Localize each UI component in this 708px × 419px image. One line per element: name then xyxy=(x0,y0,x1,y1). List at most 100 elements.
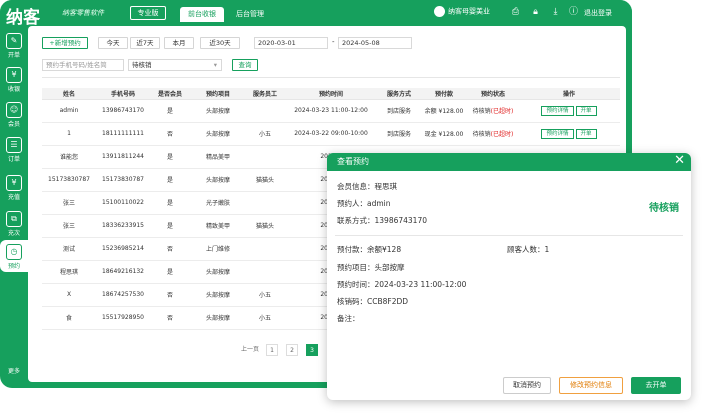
cell-staff: 猫猫头 xyxy=(246,214,284,238)
cell-method: 到店服务 xyxy=(378,122,420,146)
edit-appointment-button[interactable]: 修改预约信息 xyxy=(559,377,623,394)
cell-name: 食 xyxy=(42,306,96,330)
modal-title: 查看预约 xyxy=(337,157,369,166)
cell-item: 头部按摩 xyxy=(190,283,246,307)
divider xyxy=(335,235,683,236)
printer-icon[interactable]: ⎙ xyxy=(510,7,521,18)
col-prepay: 预付款 xyxy=(420,88,468,100)
appointment-icon: ◷ xyxy=(6,244,22,260)
cell-staff xyxy=(246,145,284,169)
user-info[interactable]: 纳客母婴美业 xyxy=(434,6,490,17)
sidebar-item-kaidan[interactable]: ✎ 开单 xyxy=(0,30,28,60)
date-separator: - xyxy=(332,38,335,46)
cell-phone: 15100110022 xyxy=(96,191,150,215)
avatar xyxy=(434,6,445,17)
sidebar-item-label: 充次 xyxy=(7,230,20,237)
date-month-button[interactable]: 本月 xyxy=(164,37,194,49)
col-member: 是否会员 xyxy=(150,88,190,100)
query-button[interactable]: 查询 xyxy=(232,59,258,71)
cell-member: 是 xyxy=(150,214,190,238)
detail-button[interactable]: 预约详情 xyxy=(541,105,574,116)
sidebar-item-dingdan[interactable]: ☰ 订单 xyxy=(0,134,28,164)
cell-phone: 15236985214 xyxy=(96,237,150,261)
cancel-appointment-button[interactable]: 取消预约 xyxy=(503,377,551,394)
cell-item: 头部按摩 xyxy=(190,122,246,146)
overdue-text: (已超时) xyxy=(490,108,514,115)
status-select[interactable]: 待核销 ▾ xyxy=(128,59,222,71)
col-time: 预约时间 xyxy=(284,88,378,100)
pager-page-3[interactable]: 3 xyxy=(306,344,318,356)
col-staff: 服务员工 xyxy=(246,88,284,100)
edit-icon: ✎ xyxy=(6,33,22,49)
sidebar-item-huiyuan[interactable]: ☺ 会员 xyxy=(0,99,28,129)
cell-name: 张三 xyxy=(42,191,96,215)
end-date-input[interactable]: 2024-05-08 xyxy=(338,37,412,49)
sidebar-item-chongzhi[interactable]: ¥ 充值 xyxy=(0,172,28,202)
sidebar-item-shouyin[interactable]: ¥ 收银 xyxy=(0,64,28,94)
cell-staff xyxy=(246,260,284,284)
cell-item: 头部按摩 xyxy=(190,260,246,284)
remark: 备注： xyxy=(337,314,360,323)
sidebar-item-label: 预约 xyxy=(7,263,20,270)
cell-phone: 15517928950 xyxy=(96,306,150,330)
logout-button[interactable]: 退出登录 xyxy=(584,8,612,18)
cell-phone: 18111111111 xyxy=(96,122,150,146)
sidebar-item-more[interactable]: 更多 xyxy=(0,366,28,378)
user-name: 纳客母婴美业 xyxy=(448,7,490,16)
slogan: 纳客零售软件 xyxy=(62,9,104,17)
cell-name: admin xyxy=(42,99,96,123)
tab-back-admin[interactable]: 后台管理 xyxy=(228,7,272,22)
open-order-button[interactable]: 开单 xyxy=(575,105,597,116)
member-icon: ☺ xyxy=(6,102,22,118)
cell-item: 精品美甲 xyxy=(190,145,246,169)
verify-code: 核销码：CCB8F2DD xyxy=(337,297,409,306)
cell-member: 是 xyxy=(150,260,190,284)
cell-item: 光子嫩肤 xyxy=(190,191,246,215)
pager-page-2[interactable]: 2 xyxy=(286,344,298,356)
logo: 纳客 xyxy=(6,8,40,28)
tab-front-cashier[interactable]: 前台收银 xyxy=(180,7,224,22)
cell-staff xyxy=(246,237,284,261)
start-date-input[interactable]: 2020-03-01 xyxy=(254,37,328,49)
cell-staff xyxy=(246,191,284,215)
cell-time: 2024-03-22 09:00-10:00 xyxy=(284,122,378,146)
search-input[interactable]: 预约手机号码/姓名简 xyxy=(42,59,124,71)
cashier-icon: ¥ xyxy=(6,67,22,83)
date-7days-button[interactable]: 近7天 xyxy=(130,37,160,49)
table-header-row: 姓名 手机号码 是否会员 预约项目 服务员工 预约时间 服务方式 预付款 预约状… xyxy=(42,88,620,100)
cell-actions: 预约详情 开单 xyxy=(518,122,620,146)
cell-method: 到店服务 xyxy=(378,99,420,123)
table-row[interactable]: admin 13986743170 是 头部按摩 2024-03-23 11:0… xyxy=(42,99,620,123)
go-open-order-button[interactable]: 去开单 xyxy=(631,377,681,394)
info-icon[interactable]: ⓘ xyxy=(568,7,579,18)
cell-name: 谁能您 xyxy=(42,145,96,169)
cell-staff: 小五 xyxy=(246,283,284,307)
cell-name: 测试 xyxy=(42,237,96,261)
cell-phone: 18674257530 xyxy=(96,283,150,307)
modal-header: 查看预约 ✕ xyxy=(327,153,691,171)
open-order-button[interactable]: 开单 xyxy=(575,128,597,139)
cell-phone: 18336233915 xyxy=(96,214,150,238)
download-icon[interactable]: ⤓ xyxy=(550,7,561,18)
cell-member: 否 xyxy=(150,283,190,307)
detail-button[interactable]: 预约详情 xyxy=(541,128,574,139)
divider xyxy=(42,77,620,78)
col-actions: 操作 xyxy=(518,88,620,100)
table-row[interactable]: 1 18111111111 否 头部按摩 小五 2024-03-22 09:00… xyxy=(42,122,620,146)
recharge-icon: ¥ xyxy=(6,175,22,191)
col-item: 预约项目 xyxy=(190,88,246,100)
date-today-button[interactable]: 今天 xyxy=(98,37,128,49)
sidebar-item-yuyue[interactable]: ◷ 预约 xyxy=(0,240,28,272)
status-select-value: 待核销 xyxy=(132,61,152,69)
add-appointment-button[interactable]: +新增预约 xyxy=(42,37,88,49)
cell-staff: 小五 xyxy=(246,306,284,330)
cell-member: 是 xyxy=(150,168,190,192)
status-text: 待核销 xyxy=(472,108,491,115)
date-30days-button[interactable]: 近30天 xyxy=(200,37,240,49)
pager-prev[interactable]: 上一页 xyxy=(238,344,262,357)
close-icon[interactable]: ✕ xyxy=(674,153,685,170)
member-info: 会员信息：程思琪 xyxy=(337,182,397,191)
pager-page-1[interactable]: 1 xyxy=(266,344,278,356)
lock-icon[interactable]: 🔒︎ xyxy=(530,7,541,18)
sidebar-item-chongci[interactable]: ⧉ 充次 xyxy=(0,208,28,238)
